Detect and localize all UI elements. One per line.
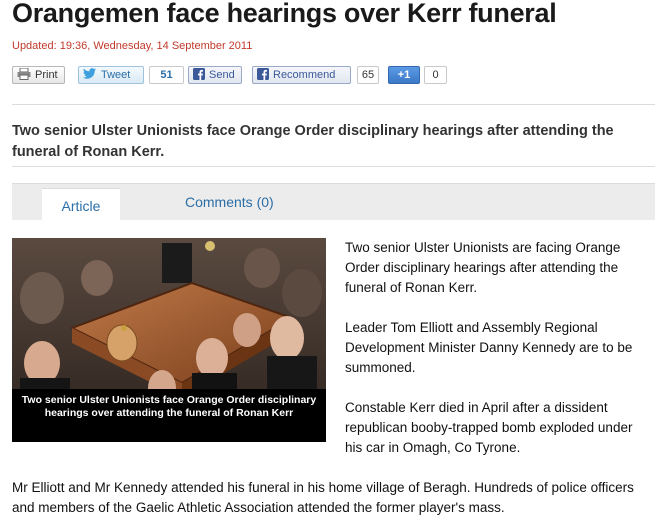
facebook-send-button[interactable]: Send [188,66,242,84]
recommend-count: 65 [357,66,379,84]
google-plusone-button[interactable]: +1 [388,66,420,84]
page-title: Orangemen face hearings over Kerr funera… [12,0,557,28]
body-paragraph: Constable Kerr died in April after a dis… [345,400,633,455]
tweet-count: 51 [149,66,184,84]
printer-icon [17,67,31,83]
facebook-icon [257,67,269,83]
standfirst: Two senior Ulster Unionists face Orange … [12,123,614,160]
article-photo: Two senior Ulster Unionists face Orange … [12,238,326,442]
tab-comments[interactable]: Comments (0) [185,194,274,210]
tweet-button[interactable]: Tweet [78,66,144,84]
body-paragraph: Mr Elliott and Mr Kennedy attended his f… [12,480,634,515]
print-label: Print [35,69,58,81]
article-tabs: Article Comments (0) [12,183,655,222]
print-button[interactable]: Print [12,66,65,84]
body-paragraph: Two senior Ulster Unionists are facing O… [345,240,621,295]
plusone-count: 0 [424,66,447,84]
divider [12,104,655,105]
send-label: Send [209,69,235,81]
share-toolbar: Print Tweet 51 Send Recommend 65 +1 0 [12,66,447,86]
recommend-label: Recommend [273,69,336,81]
updated-timestamp: Updated: 19:36, Wednesday, 14 September … [12,40,253,52]
facebook-icon [193,67,205,83]
body-paragraph: Leader Tom Elliott and Assembly Regional… [345,320,633,375]
photo-caption: Two senior Ulster Unionists face Orange … [12,389,326,442]
facebook-recommend-button[interactable]: Recommend [252,66,351,84]
tweet-label: Tweet [101,69,131,81]
twitter-bird-icon [83,68,97,82]
tab-article[interactable]: Article [42,188,120,222]
divider [12,166,655,167]
